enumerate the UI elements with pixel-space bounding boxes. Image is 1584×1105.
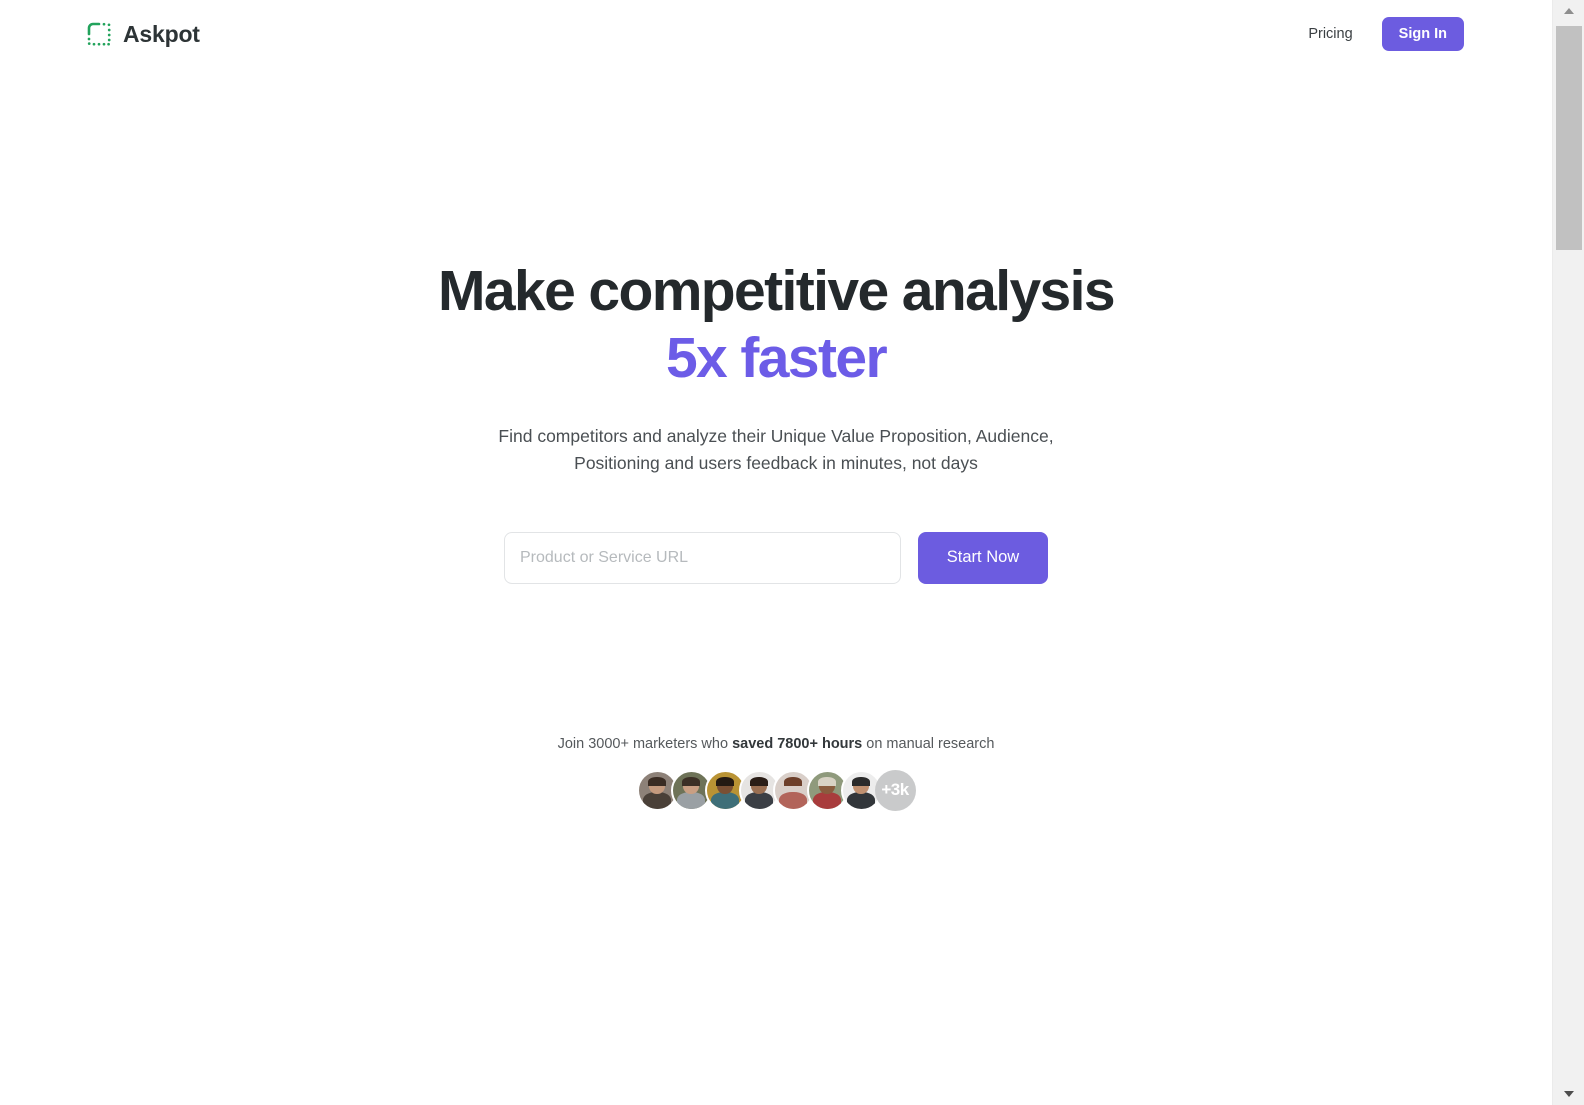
- social-proof-hours: saved 7800+ hours: [732, 735, 863, 752]
- scrollbar-down-arrow-icon[interactable]: [1553, 1083, 1584, 1105]
- social-proof-section: Join 3000+ marketers who saved 7800+ hou…: [0, 734, 1552, 811]
- avatar-photo: [809, 772, 846, 809]
- avatar-photo: [639, 772, 676, 809]
- vertical-scrollbar[interactable]: [1552, 0, 1584, 1105]
- avatar-photo: [673, 772, 710, 809]
- page-root: Askpot Pricing Sign In Make competitive …: [0, 0, 1584, 1105]
- avatar-stack: +3k: [0, 769, 1552, 811]
- page-title: Make competitive analysis 5x faster: [0, 258, 1552, 391]
- avatar-more-count: +3k: [874, 769, 916, 811]
- avatar-photo: [741, 772, 778, 809]
- social-proof-text: Join 3000+ marketers who saved 7800+ hou…: [0, 734, 1552, 754]
- browser-viewport: Askpot Pricing Sign In Make competitive …: [0, 0, 1552, 1105]
- hero-subtitle: Find competitors and analyze their Uniqu…: [471, 423, 1081, 476]
- url-search-form: Start Now: [0, 531, 1552, 584]
- hero-subtitle-line-1: Find competitors and analyze their Uniqu…: [498, 426, 1054, 447]
- hero-title-line-1: Make competitive analysis: [437, 259, 1116, 323]
- avatar-photo: [775, 772, 812, 809]
- hero-subtitle-line-2: Positioning and users feedback in minute…: [574, 452, 978, 473]
- hero-title-line-2: 5x faster: [665, 325, 888, 390]
- hero-section: Make competitive analysis 5x faster Find…: [0, 0, 1552, 811]
- social-proof-text-after: on manual research: [862, 735, 995, 752]
- url-input[interactable]: [504, 531, 901, 584]
- avatar-photo: [707, 772, 744, 809]
- scrollbar-up-arrow-icon[interactable]: [1553, 0, 1584, 22]
- social-proof-text-before: Join 3000+ marketers who: [557, 735, 733, 752]
- start-now-button[interactable]: Start Now: [918, 531, 1048, 584]
- scrollbar-thumb[interactable]: [1556, 26, 1582, 250]
- avatar-photo: [843, 772, 880, 809]
